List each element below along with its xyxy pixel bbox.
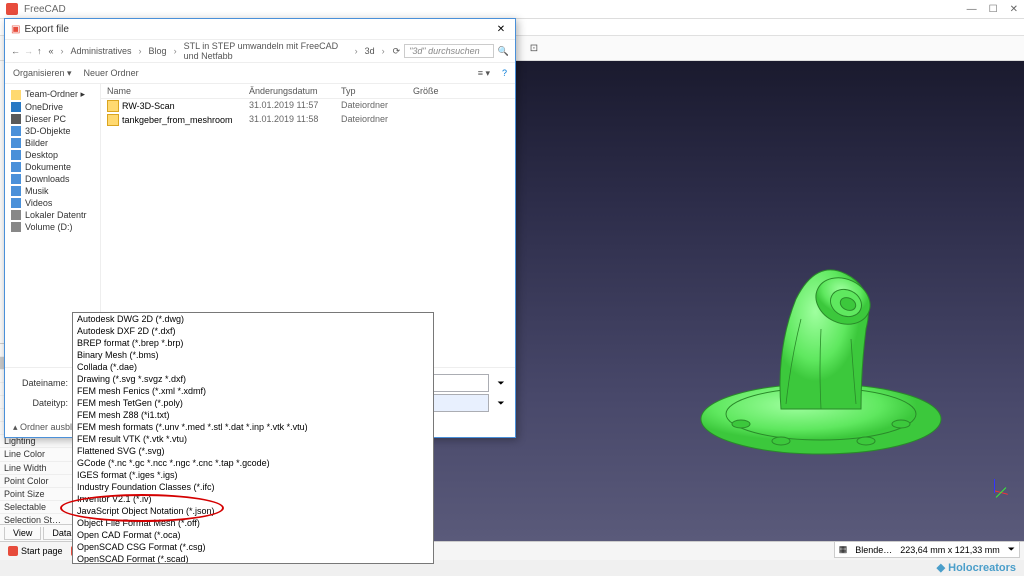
nav-item[interactable]: Musik: [5, 185, 100, 197]
refresh-icon[interactable]: ⟳: [393, 46, 401, 57]
file-row[interactable]: RW-3D-Scan31.01.2019 11:57Dateiordner: [101, 99, 515, 113]
up-icon[interactable]: ↑: [37, 46, 42, 56]
filetype-option[interactable]: Collada (*.dae): [73, 361, 433, 373]
nav-item[interactable]: Bilder: [5, 137, 100, 149]
nav-item[interactable]: Desktop: [5, 149, 100, 161]
close-button[interactable]: ✕: [1010, 4, 1018, 15]
filetype-option[interactable]: Object File Format Mesh (*.off): [73, 517, 433, 529]
doc-tab-start[interactable]: Start page: [8, 546, 63, 556]
nav-item[interactable]: OneDrive: [5, 101, 100, 113]
filetype-option[interactable]: Binary Mesh (*.bms): [73, 349, 433, 361]
view-icon[interactable]: ≡ ▾: [478, 68, 490, 79]
filetype-dropdown[interactable]: Autodesk DWG 2D (*.dwg)Autodesk DXF 2D (…: [72, 312, 434, 564]
app-icon: [6, 3, 18, 15]
forward-icon[interactable]: →: [24, 46, 33, 56]
app-title: FreeCAD: [24, 4, 967, 15]
filetype-option[interactable]: Open CAD Format (*.oca): [73, 529, 433, 541]
filetype-option[interactable]: Autodesk DXF 2D (*.dxf): [73, 325, 433, 337]
nav-item[interactable]: 3D-Objekte: [5, 125, 100, 137]
dialog-title: Export file: [24, 24, 493, 35]
help-icon[interactable]: ?: [502, 68, 507, 78]
filetype-option[interactable]: FEM mesh TetGen (*.poly): [73, 397, 433, 409]
file-row[interactable]: tankgeber_from_meshroom31.01.2019 11:58D…: [101, 113, 515, 127]
filetype-option[interactable]: FEM result VTK (*.vtk *.vtu): [73, 433, 433, 445]
filetype-option[interactable]: Flattened SVG (*.svg): [73, 445, 433, 457]
status-dimensions: 223,64 mm x 121,33 mm: [900, 545, 1000, 555]
nav-item[interactable]: Dokumente: [5, 161, 100, 173]
watermark-logo: ◆ Holocreators: [937, 561, 1016, 574]
filetype-option[interactable]: OpenSCAD Format (*.scad): [73, 553, 433, 564]
dialog-icon: ▣: [11, 24, 20, 35]
search-input[interactable]: "3d" durchsuchen: [404, 44, 494, 58]
filetype-option[interactable]: Drawing (*.svg *.svgz *.dxf): [73, 373, 433, 385]
filetype-option[interactable]: Industry Foundation Classes (*.ifc): [73, 481, 433, 493]
filetype-option[interactable]: FEM mesh formats (*.unv *.med *.stl *.da…: [73, 421, 433, 433]
nav-item[interactable]: Lokaler Datentr: [5, 209, 100, 221]
filetype-option[interactable]: FEM mesh Z88 (*i1.txt): [73, 409, 433, 421]
filetype-option[interactable]: Autodesk DWG 2D (*.dwg): [73, 313, 433, 325]
filetype-option[interactable]: BREP format (*.brep *.brp): [73, 337, 433, 349]
filetype-option[interactable]: FEM mesh Fenics (*.xml *.xdmf): [73, 385, 433, 397]
filename-label: Dateiname:: [13, 378, 68, 388]
new-folder-button[interactable]: Neuer Ordner: [84, 68, 139, 78]
status-bar: ▦Blende… 223,64 mm x 121,33 mm⏷: [834, 541, 1020, 558]
maximize-button[interactable]: ☐: [989, 4, 998, 15]
nav-item[interactable]: Volume (D:): [5, 221, 100, 233]
file-list-header[interactable]: Name Änderungsdatum Typ Größe: [101, 84, 515, 99]
minimize-button[interactable]: —: [967, 4, 977, 15]
filetype-option[interactable]: JavaScript Object Notation (*.json): [73, 505, 433, 517]
filetype-option[interactable]: IGES format (*.iges *.igs): [73, 469, 433, 481]
tab-view[interactable]: View: [4, 527, 41, 540]
breadcrumb[interactable]: ← → ↑ «› Administratives› Blog› STL in S…: [5, 40, 515, 63]
nav-item[interactable]: Dieser PC: [5, 113, 100, 125]
search-icon[interactable]: 🔍: [498, 46, 509, 57]
back-icon[interactable]: ←: [11, 46, 20, 56]
dialog-close-button[interactable]: ✕: [493, 21, 509, 37]
nav-item[interactable]: Downloads: [5, 173, 100, 185]
nav-item[interactable]: Team-Ordner ▸: [5, 88, 100, 101]
model-preview: [681, 229, 961, 469]
toolbar-button[interactable]: ⊡: [524, 38, 544, 58]
filetype-label: Dateityp:: [13, 398, 68, 408]
filetype-option[interactable]: GCode (*.nc *.gc *.ncc *.ngc *.cnc *.tap…: [73, 457, 433, 469]
organise-button[interactable]: Organisieren ▾: [13, 68, 72, 79]
nav-item[interactable]: Videos: [5, 197, 100, 209]
main-titlebar: FreeCAD — ☐ ✕: [0, 0, 1024, 19]
filetype-option[interactable]: OpenSCAD CSG Format (*.csg): [73, 541, 433, 553]
filetype-option[interactable]: Inventor V2.1 (*.iv): [73, 493, 433, 505]
axis-gizmo: [986, 471, 1016, 501]
app-window: FreeCAD — ☐ ✕ ▣ ▣ ⊙ ≡ ⇔ ↘ ⊗ │ ━ 🔒 ⟷ ↕ ↗ …: [0, 0, 1024, 576]
